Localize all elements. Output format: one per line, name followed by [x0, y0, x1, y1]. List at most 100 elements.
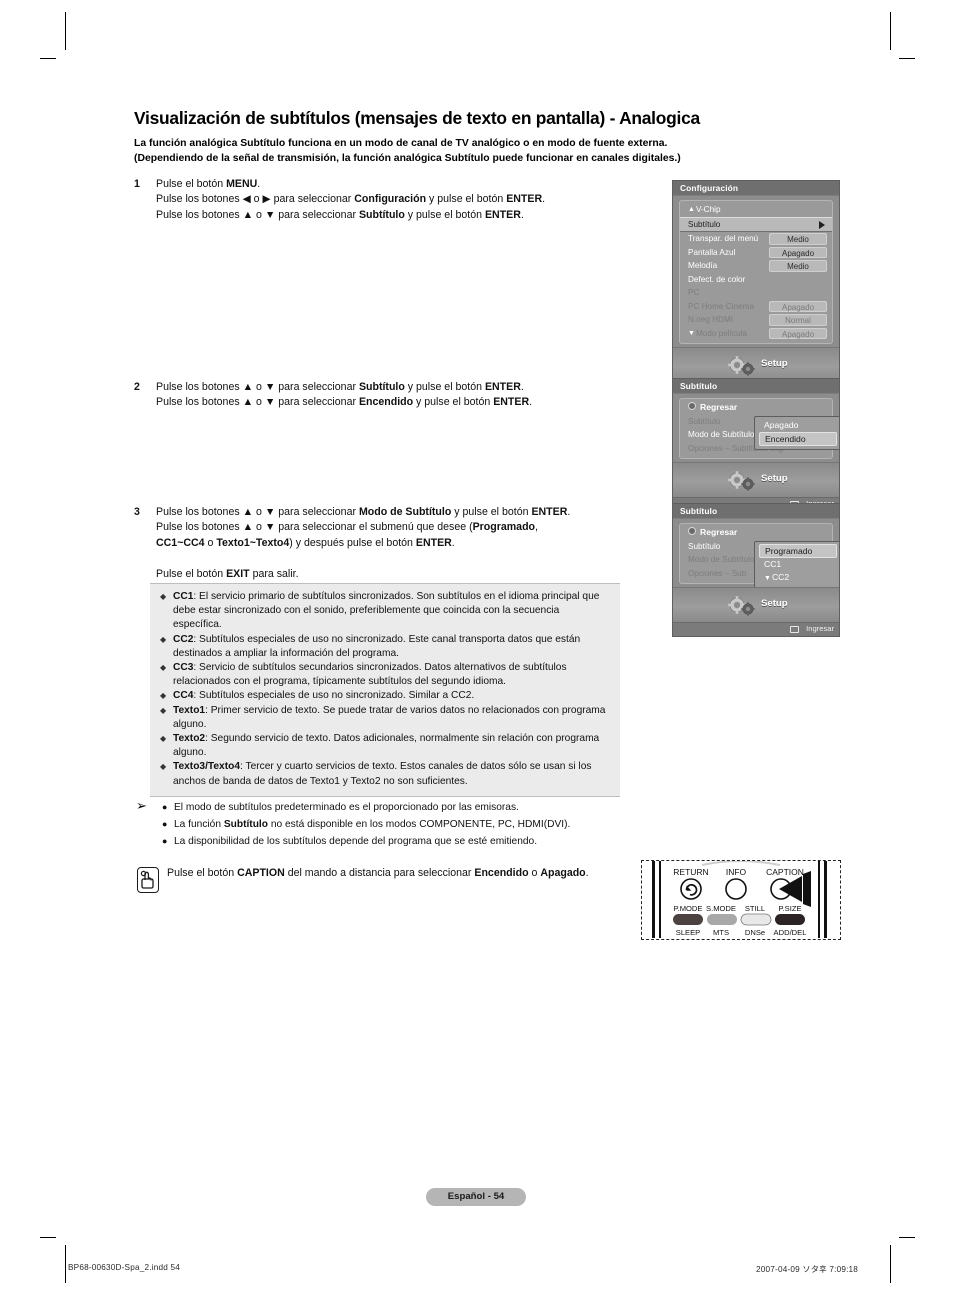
osd-menu-item-label: Modo de Subtítulo: [688, 555, 755, 564]
caption-service-list: ◆ CC1: El servicio primario de subtítulos…: [158, 590, 610, 789]
osd-menu-item[interactable]: Melodía Medio: [680, 259, 832, 273]
diamond-bullet-icon: ◆: [160, 691, 167, 701]
step-1: 1 Pulse el botón MENU. Pulse los botones …: [134, 177, 654, 223]
step-1-number: 1: [134, 178, 140, 190]
osd-menu-item[interactable]: ▼Modo película Apagado: [680, 327, 832, 341]
osd-panel-3-menu-list[interactable]: Regresar Subtítulo Modo de Subtítulo Opcion…: [679, 523, 839, 588]
step-3-number: 3: [134, 506, 140, 518]
step-3-line-1: Pulse los botones ▲ o ▼ para seleccionar…: [156, 506, 571, 518]
osd-panel-2-setup-label: Setup: [761, 473, 788, 484]
intro-line-1: La función analógica Subtítulo funciona …: [134, 138, 668, 149]
caption-service-item: ◆ Texto3/Texto4: Tercer y cuarto servicio…: [160, 761, 592, 787]
step-2-body: Pulse los botones ▲ o ▼ para seleccionar…: [156, 380, 654, 411]
osd-popup-option-label: Apagado: [764, 420, 799, 430]
osd-panel-1-menu-list[interactable]: ▲V-Chip Subtítulo Transpar. del menú Medio P…: [679, 200, 833, 344]
step-3: 3 Pulse los botones ▲ o ▼ para seleccion…: [134, 505, 654, 582]
osd-menu-item[interactable]: Regresar: [680, 526, 832, 540]
bullet-icon: ●: [162, 802, 168, 812]
step-2-line-1: Pulse los botones ▲ o ▼ para seleccionar…: [156, 381, 524, 393]
svg-text:SLEEP: SLEEP: [676, 928, 700, 937]
osd-popup-option-label: Programado: [765, 546, 813, 556]
caption-service-item: ◆ CC2: Subtítulos especiales de uso no si…: [160, 633, 581, 659]
chevron-right-icon: [819, 220, 825, 229]
bullet-icon: ●: [162, 836, 168, 846]
diamond-bullet-icon: ◆: [160, 734, 167, 744]
gear-icon: [725, 594, 759, 623]
osd-panel-1-title: Configuración: [673, 181, 839, 196]
caret-up-icon: ▲: [688, 206, 695, 213]
osd-menu-item-label: N.neg HDMI: [688, 315, 734, 324]
diamond-bullet-icon: ◆: [160, 592, 167, 601]
osd-menu-item-label: Melodía: [688, 261, 718, 270]
step-2-line-2: Pulse los botones ▲ o ▼ para seleccionar…: [156, 396, 533, 409]
osd-menu-item-label: Modo película: [695, 328, 747, 338]
intro-line-2: (Dependiendo de la señal de transmisión,…: [134, 152, 681, 164]
notes-block: ➢ ● El modo de subtítulos predeterminado …: [134, 798, 654, 850]
osd-panel-3-option-popup[interactable]: Programado CC1 ▼CC2: [754, 541, 839, 588]
osd-menu-item[interactable]: Transpar. del menú Medio: [680, 232, 832, 246]
osd-panel-1-footer: Setup: [673, 347, 839, 382]
osd-menu-item[interactable]: PC Home Cinema Apagado: [680, 300, 832, 314]
osd-panel-1-setup-label: Setup: [761, 358, 788, 369]
osd-menu-item-label: V-Chip: [695, 205, 721, 214]
osd-popup-option[interactable]: Encendido: [759, 432, 837, 446]
osd-panel-3-title: Subtítulo: [673, 504, 839, 519]
caret-down-icon: ▼: [764, 575, 771, 582]
step-3-line-2: Pulse los botones ▲ o ▼ para seleccionar…: [156, 521, 538, 534]
osd-panel-subtitulo-encendido: Subtítulo Regresar Subtítulo Modo de Subtí…: [672, 378, 840, 512]
osd-panel-3-footer: Setup: [673, 587, 839, 622]
svg-text:CAPTION: CAPTION: [766, 867, 804, 877]
print-info-left: BP68-00630D-Spa_2.indd 54: [68, 1263, 180, 1272]
step-2: 2 Pulse los botones ▲ o ▼ para seleccion…: [134, 380, 654, 411]
caption-service-item: ◆ CC3: Servicio de subtítulos secundarios…: [160, 662, 567, 688]
svg-text:STILL: STILL: [745, 904, 765, 913]
diamond-bullet-icon: ◆: [160, 762, 167, 772]
osd-menu-item-label: Transpar. del menú: [688, 234, 759, 243]
osd-popup-option[interactable]: Programado: [759, 544, 837, 558]
osd-panel-2-footer: Setup: [673, 462, 839, 497]
osd-menu-item[interactable]: Subtítulo: [680, 216, 832, 232]
osd-panel-2-menu-list[interactable]: Regresar Subtítulo Modo de Subtítulo Opcion…: [679, 398, 839, 459]
osd-menu-item[interactable]: ▲V-Chip: [680, 203, 832, 217]
osd-panel-modo-de-subtitulo: Subtítulo Regresar Subtítulo Modo de Subtí…: [672, 503, 840, 637]
hand-press-button-icon: [137, 867, 159, 893]
caption-service-descriptions-box: ◆ CC1: El servicio primario de subtítulos…: [150, 583, 620, 797]
osd-menu-item[interactable]: PC: [680, 286, 832, 300]
osd-panel-3-setup-label: Setup: [761, 598, 788, 609]
osd-popup-option[interactable]: Apagado: [755, 419, 839, 432]
svg-text:MTS: MTS: [713, 928, 729, 937]
radio-icon: [688, 527, 696, 535]
bullet-icon: ●: [162, 819, 168, 829]
gear-icon: [725, 469, 759, 498]
step-3-body: Pulse los botones ▲ o ▼ para seleccionar…: [156, 505, 654, 582]
osd-popup-option[interactable]: CC1: [755, 558, 839, 571]
osd-menu-item-label: PC: [688, 288, 700, 297]
svg-text:ADD/DEL: ADD/DEL: [774, 928, 807, 937]
osd-menu-item[interactable]: N.neg HDMI Normal: [680, 313, 832, 327]
svg-text:RETURN: RETURN: [673, 867, 708, 877]
step-3-line-5: Pulse el botón EXIT para salir.: [156, 567, 299, 580]
osd-menu-item[interactable]: Regresar: [680, 401, 832, 415]
osd-panel-3-bottom-bar: Ingresar: [673, 622, 839, 636]
osd-menu-item-value: Medio: [769, 233, 827, 245]
intro-paragraph: La función analógica Subtítulo funciona …: [134, 137, 834, 166]
svg-text:P.MODE: P.MODE: [674, 904, 703, 913]
note-item: ● La función Subtítulo no está disponible…: [162, 816, 654, 833]
osd-menu-item[interactable]: Defect. de color: [680, 273, 832, 287]
caption-service-item: ◆ Texto2: Segundo servicio de texto. Dato…: [160, 733, 600, 759]
note-arrow-icon: ➢: [136, 798, 147, 813]
osd-popup-option-label: Encendido: [765, 434, 806, 444]
step-3-line-4: [156, 551, 654, 566]
manual-page: Visualización de subtítulos (mensajes de…: [0, 0, 954, 1294]
osd-menu-item[interactable]: Pantalla Azul Apagado: [680, 246, 832, 260]
osd-popup-option[interactable]: ▼CC2: [755, 571, 839, 584]
osd-menu-item-value: Apagado: [769, 246, 827, 258]
osd-popup-option-label: CC1: [764, 559, 782, 569]
svg-text:DNSe: DNSe: [745, 928, 765, 937]
caption-button-note: Pulse el botón CAPTION del mando a dista…: [167, 867, 589, 879]
caption-service-item: ◆ Texto1: Primer servicio de texto. Se pu…: [160, 704, 606, 730]
osd-panel-2-option-popup[interactable]: Apagado Encendido: [754, 416, 839, 450]
page-title: Visualización de subtítulos (mensajes de…: [134, 108, 700, 128]
osd-menu-item-label: Regresar: [700, 527, 738, 537]
osd-menu-item-label: Pantalla Azul: [688, 247, 736, 257]
